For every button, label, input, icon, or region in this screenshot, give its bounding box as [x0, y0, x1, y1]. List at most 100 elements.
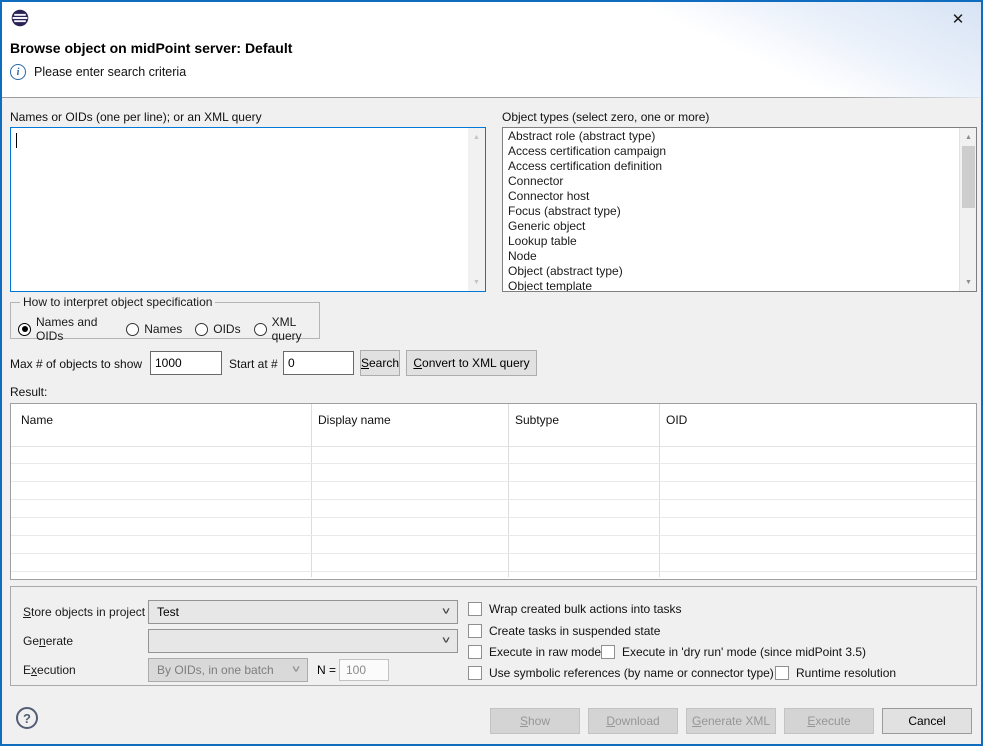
eclipse-logo-icon: [11, 9, 29, 27]
info-icon: i: [10, 64, 26, 80]
max-objects-label: Max # of objects to show: [10, 357, 142, 371]
checkbox-icon: [601, 645, 615, 659]
cancel-button-label: Cancel: [908, 714, 945, 728]
scroll-up-icon[interactable]: ▲: [960, 129, 977, 145]
result-table: Name Display name Subtype OID: [10, 403, 977, 580]
checkbox-label: Wrap created bulk actions into tasks: [489, 602, 682, 616]
list-item[interactable]: Access certification campaign: [503, 144, 959, 159]
radio-names[interactable]: Names: [126, 322, 182, 336]
radio-icon: [126, 323, 139, 336]
dropdown-value: By OIDs, in one batch: [157, 663, 274, 677]
list-item[interactable]: Lookup table: [503, 234, 959, 249]
start-at-input[interactable]: [283, 351, 354, 375]
text-caret: [16, 133, 17, 148]
checkbox-icon: [775, 666, 789, 680]
column-header-name[interactable]: Name: [21, 413, 53, 427]
dropdown-value: Test: [157, 605, 179, 619]
table-row[interactable]: [11, 464, 976, 482]
checkbox-wrap-bulk-actions[interactable]: Wrap created bulk actions into tasks: [468, 602, 682, 616]
scroll-up-icon[interactable]: ▲: [468, 129, 485, 145]
radio-label: XML query: [272, 315, 319, 343]
chevron-down-icon: ∨: [441, 634, 452, 644]
banner-gradient: [651, 2, 981, 98]
column-header-oid[interactable]: OID: [666, 413, 687, 427]
column-header-subtype[interactable]: Subtype: [515, 413, 559, 427]
table-row[interactable]: [11, 554, 976, 572]
checkbox-label: Execute in 'dry run' mode (since midPoin…: [622, 645, 866, 659]
radio-names-and-oids[interactable]: Names and OIDs: [18, 315, 113, 343]
table-row[interactable]: [11, 536, 976, 554]
checkbox-icon: [468, 602, 482, 616]
list-item[interactable]: Abstract role (abstract type): [503, 129, 959, 144]
checkbox-label: Runtime resolution: [796, 666, 896, 680]
scroll-down-icon[interactable]: ▼: [468, 274, 485, 290]
list-scrollbar[interactable]: ▲ ▼: [959, 128, 976, 291]
max-objects-input[interactable]: [150, 351, 222, 375]
store-objects-label: Store objects in project: [23, 605, 145, 619]
radio-xml-query[interactable]: XML query: [254, 315, 319, 343]
scrollbar-thumb[interactable]: [962, 146, 975, 208]
execution-dropdown: By OIDs, in one batch ∨: [148, 658, 308, 682]
dialog-title: Browse object on midPoint server: Defaul…: [10, 40, 292, 56]
generate-dropdown[interactable]: ∨: [148, 629, 458, 653]
object-types-list[interactable]: Abstract role (abstract type) Access cer…: [502, 127, 977, 292]
scroll-down-icon[interactable]: ▼: [960, 274, 977, 290]
list-item[interactable]: Object template: [503, 279, 959, 292]
radio-icon: [195, 323, 208, 336]
object-types-label: Object types (select zero, one or more): [502, 110, 709, 124]
help-icon[interactable]: ?: [16, 707, 38, 729]
checkbox-label: Execute in raw mode: [489, 645, 601, 659]
n-value-input: [339, 659, 389, 681]
table-row[interactable]: [11, 500, 976, 518]
chevron-down-icon: ∨: [441, 605, 452, 615]
store-project-dropdown[interactable]: Test ∨: [148, 600, 458, 624]
checkbox-icon: [468, 645, 482, 659]
list-item[interactable]: Access certification definition: [503, 159, 959, 174]
radio-icon: [254, 323, 267, 336]
checkbox-symbolic-references[interactable]: Use symbolic references (by name or conn…: [468, 666, 774, 680]
convert-button-label: Convert to XML query: [413, 356, 529, 370]
checkbox-icon: [468, 624, 482, 638]
radio-label: OIDs: [213, 322, 240, 336]
radio-label: Names and OIDs: [36, 315, 113, 343]
checkbox-execute-dry-run[interactable]: Execute in 'dry run' mode (since midPoin…: [601, 645, 866, 659]
checkbox-execute-raw-mode[interactable]: Execute in raw mode: [468, 645, 601, 659]
query-scrollbar[interactable]: ▲ ▼: [468, 128, 485, 291]
interpret-legend: How to interpret object specification: [20, 295, 215, 309]
search-button[interactable]: Search: [360, 350, 400, 376]
list-item[interactable]: Node: [503, 249, 959, 264]
table-row[interactable]: [11, 482, 976, 500]
column-header-display-name[interactable]: Display name: [318, 413, 391, 427]
interpret-groupbox: How to interpret object specification Na…: [10, 302, 320, 339]
result-label: Result:: [10, 385, 47, 399]
list-item[interactable]: Connector host: [503, 189, 959, 204]
object-types-items: Abstract role (abstract type) Access cer…: [503, 129, 959, 292]
table-row[interactable]: [11, 446, 976, 464]
radio-label: Names: [144, 322, 182, 336]
dialog-banner: ✕ Browse object on midPoint server: Defa…: [2, 2, 981, 98]
convert-to-xml-button[interactable]: Convert to XML query: [406, 350, 537, 376]
options-panel: Store objects in project Test ∨ Generate…: [10, 586, 977, 686]
checkbox-create-tasks-suspended[interactable]: Create tasks in suspended state: [468, 624, 660, 638]
generate-xml-button-label: Generate XML: [692, 714, 770, 728]
list-item[interactable]: Generic object: [503, 219, 959, 234]
result-rows: [11, 446, 976, 572]
cancel-button[interactable]: Cancel: [882, 708, 972, 734]
execution-label: Execution: [23, 663, 76, 677]
info-message-row: i Please enter search criteria: [10, 64, 186, 80]
generate-xml-button: Generate XML: [686, 708, 776, 734]
checkbox-runtime-resolution[interactable]: Runtime resolution: [775, 666, 896, 680]
radio-icon: [18, 323, 31, 336]
generate-label: Generate: [23, 634, 73, 648]
execute-button-label: Execute: [807, 714, 850, 728]
query-textarea[interactable]: ▲ ▼: [10, 127, 486, 292]
execute-button: Execute: [784, 708, 874, 734]
list-item[interactable]: Object (abstract type): [503, 264, 959, 279]
show-button: Show: [490, 708, 580, 734]
table-row[interactable]: [11, 518, 976, 536]
close-icon[interactable]: ✕: [947, 8, 969, 30]
radio-oids[interactable]: OIDs: [195, 322, 240, 336]
info-message: Please enter search criteria: [34, 65, 186, 79]
list-item[interactable]: Focus (abstract type): [503, 204, 959, 219]
list-item[interactable]: Connector: [503, 174, 959, 189]
